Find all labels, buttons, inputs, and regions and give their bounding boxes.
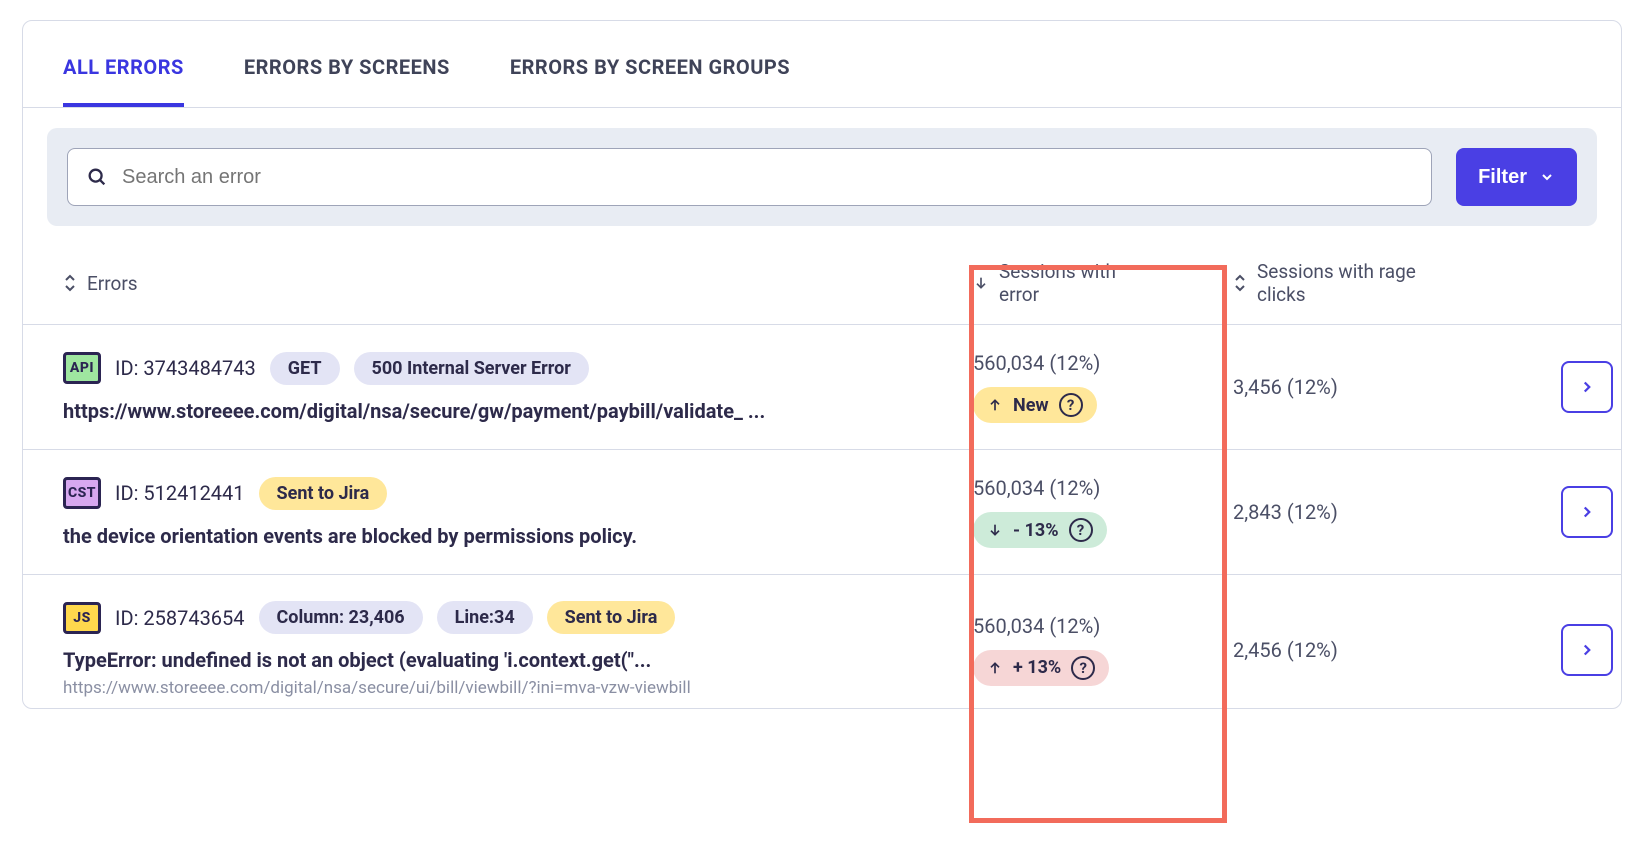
tab-errors-by-screen-groups[interactable]: ERRORS BY SCREEN GROUPS <box>510 55 790 107</box>
filter-label: Filter <box>1478 166 1527 189</box>
open-error-button[interactable] <box>1561 624 1613 676</box>
th-sessions-label: Sessions with error <box>999 260 1149 306</box>
table-row: API ID: 3743484743 GET 500 Internal Server … <box>23 325 1621 450</box>
error-title: the device orientation events are blocke… <box>63 524 973 548</box>
chevron-right-icon <box>1578 378 1596 396</box>
action-cell <box>1493 486 1613 538</box>
error-subtitle: https://www.storeeee.com/digital/nsa/sec… <box>63 678 973 698</box>
th-sessions-with-error[interactable]: Sessions with error <box>973 260 1233 306</box>
rage-clicks-cell: 2,456 (12%) <box>1233 638 1493 662</box>
th-rage-label: Sessions with rage clicks <box>1257 260 1417 306</box>
action-cell <box>1493 361 1613 413</box>
tabs: ALL ERRORS ERRORS BY SCREENS ERRORS BY S… <box>23 21 1621 108</box>
tab-all-errors[interactable]: ALL ERRORS <box>63 55 184 107</box>
sessions-with-error-cell: 560,034 (12%) New? <box>973 351 1233 423</box>
error-pill: GET <box>270 352 340 385</box>
sessions-value: 560,034 (12%) <box>973 614 1233 638</box>
error-pill: Line:34 <box>437 601 533 634</box>
trend-text: - 13% <box>1013 520 1059 541</box>
help-icon[interactable]: ? <box>1071 656 1095 680</box>
th-errors[interactable]: Errors <box>63 272 973 295</box>
chevron-right-icon <box>1578 503 1596 521</box>
filter-button[interactable]: Filter <box>1456 148 1577 206</box>
search-input[interactable] <box>122 166 1413 189</box>
rage-clicks-cell: 2,843 (12%) <box>1233 500 1493 524</box>
error-cell: API ID: 3743484743 GET 500 Internal Server … <box>63 352 973 423</box>
error-id-line: API ID: 3743484743 GET 500 Internal Server … <box>63 352 973 385</box>
rage-clicks-cell: 3,456 (12%) <box>1233 375 1493 399</box>
tab-errors-by-screens[interactable]: ERRORS BY SCREENS <box>244 55 450 107</box>
chevron-right-icon <box>1578 641 1596 659</box>
search-filter-bar: Filter <box>47 128 1597 226</box>
cst-badge-icon: CST <box>63 477 101 509</box>
chevron-down-icon <box>1539 169 1555 185</box>
sessions-with-error-cell: 560,034 (12%) - 13%? <box>973 476 1233 548</box>
error-pill: Sent to Jira <box>547 601 676 634</box>
sessions-value: 560,034 (12%) <box>973 476 1233 500</box>
table-row: JS ID: 258743654 Column: 23,406 Line:34 Sent… <box>23 575 1621 708</box>
th-errors-label: Errors <box>87 272 138 295</box>
table-row: CST ID: 512412441 Sent to Jira the device o… <box>23 450 1621 575</box>
help-icon[interactable]: ? <box>1069 518 1093 542</box>
sort-desc-icon <box>973 275 989 291</box>
sessions-with-error-cell: 560,034 (12%) + 13%? <box>973 614 1233 686</box>
arrow-up-icon <box>987 660 1003 676</box>
error-pill: Column: 23,406 <box>259 601 423 634</box>
trend-badge: New? <box>973 387 1097 423</box>
error-id: ID: 3743484743 <box>115 356 256 380</box>
arrow-up-icon <box>987 397 1003 413</box>
trend-badge: + 13%? <box>973 650 1109 686</box>
help-icon[interactable]: ? <box>1059 393 1083 417</box>
api-badge-icon: API <box>63 352 101 384</box>
error-pill: 500 Internal Server Error <box>354 352 589 385</box>
action-cell <box>1493 624 1613 676</box>
trend-badge: - 13%? <box>973 512 1107 548</box>
arrow-down-icon <box>987 522 1003 538</box>
sessions-value: 560,034 (12%) <box>973 351 1233 375</box>
error-cell: JS ID: 258743654 Column: 23,406 Line:34 Sent… <box>63 601 973 698</box>
error-title: TypeError: undefined is not an object (e… <box>63 648 973 672</box>
th-sessions-rage[interactable]: Sessions with rage clicks <box>1233 260 1493 306</box>
trend-text: New <box>1013 395 1049 416</box>
error-title: https://www.storeeee.com/digital/nsa/sec… <box>63 399 973 423</box>
table-header: Errors Sessions with error Sessions with… <box>23 250 1621 325</box>
sort-both-icon <box>1233 273 1247 293</box>
open-error-button[interactable] <box>1561 361 1613 413</box>
errors-panel: ALL ERRORS ERRORS BY SCREENS ERRORS BY S… <box>22 20 1622 709</box>
error-pill: Sent to Jira <box>259 477 388 510</box>
error-id: ID: 258743654 <box>115 606 245 630</box>
search-input-wrap[interactable] <box>67 148 1432 206</box>
trend-text: + 13% <box>1013 657 1061 678</box>
sort-both-icon <box>63 273 77 293</box>
search-icon <box>86 166 108 188</box>
open-error-button[interactable] <box>1561 486 1613 538</box>
error-id: ID: 512412441 <box>115 481 245 505</box>
error-cell: CST ID: 512412441 Sent to Jira the device o… <box>63 477 973 548</box>
error-id-line: CST ID: 512412441 Sent to Jira <box>63 477 973 510</box>
error-id-line: JS ID: 258743654 Column: 23,406 Line:34 Sent… <box>63 601 973 634</box>
table-body: API ID: 3743484743 GET 500 Internal Server … <box>23 325 1621 708</box>
js-badge-icon: JS <box>63 602 101 634</box>
